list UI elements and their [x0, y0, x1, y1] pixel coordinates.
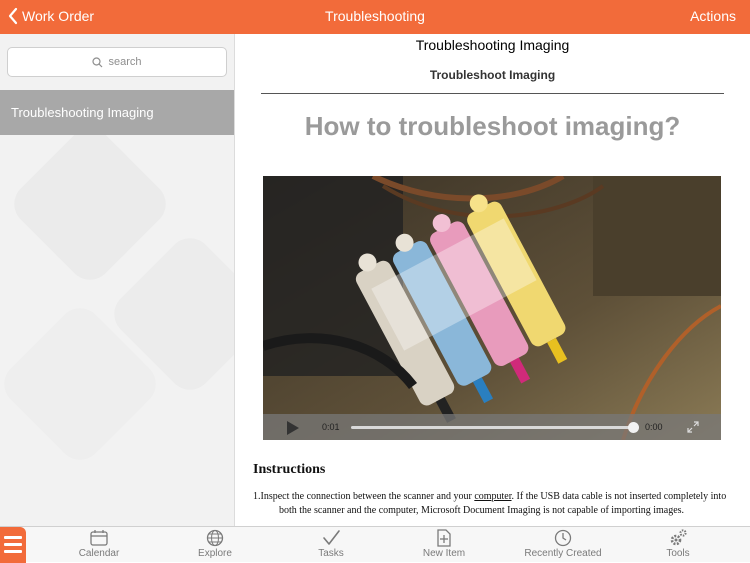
tab-explore[interactable]: Explore	[170, 529, 260, 559]
tab-label: Explore	[198, 548, 232, 559]
top-navigation-bar: Work Order Troubleshooting Actions	[0, 0, 750, 34]
sidebar: search Troubleshooting Imaging	[0, 34, 235, 526]
gears-icon	[670, 529, 687, 546]
tab-label: Tasks	[318, 548, 344, 559]
search-input[interactable]: search	[7, 47, 227, 77]
video-scrubber-knob[interactable]	[628, 422, 639, 433]
tab-new-item[interactable]: New Item	[399, 529, 489, 559]
article-heading: How to troubleshoot imaging?	[304, 111, 681, 141]
page-title: Troubleshooting	[325, 8, 425, 24]
clock-icon	[554, 529, 572, 547]
computer-link[interactable]: computer	[474, 491, 511, 502]
sidebar-item-troubleshooting-imaging[interactable]: Troubleshooting Imaging	[0, 90, 234, 135]
tab-label: Tools	[666, 548, 690, 559]
tab-recently-created[interactable]: Recently Created	[518, 529, 608, 559]
new-document-icon	[437, 529, 451, 547]
actions-button[interactable]: Actions	[690, 8, 736, 24]
tab-calendar[interactable]: Calendar	[54, 529, 144, 559]
document-title: Troubleshooting Imaging	[415, 37, 570, 53]
hamburger-line	[4, 536, 22, 539]
video-scrubber[interactable]	[351, 426, 633, 429]
instruction-continuation: both the scanner and the computer, Micro…	[279, 505, 685, 516]
fullscreen-icon[interactable]	[687, 421, 699, 433]
divider	[261, 93, 724, 94]
instructions-heading: Instructions	[253, 462, 326, 477]
search-placeholder: search	[108, 56, 142, 68]
tab-tools[interactable]: Tools	[633, 529, 723, 559]
menu-button[interactable]	[0, 527, 26, 563]
video-end-time: 0:00	[645, 422, 663, 432]
play-icon[interactable]	[287, 421, 299, 435]
bottom-tab-bar: Calendar Explore Tasks New Item Recently…	[0, 526, 750, 563]
background-pattern	[4, 128, 234, 460]
search-icon	[92, 56, 103, 67]
hamburger-line	[4, 550, 22, 553]
globe-icon	[206, 529, 224, 547]
tab-tasks[interactable]: Tasks	[286, 529, 376, 559]
calendar-icon	[90, 530, 108, 546]
hamburger-line	[4, 543, 22, 546]
tab-label: New Item	[422, 548, 466, 559]
video-frame	[263, 176, 721, 440]
document-viewer: Troubleshooting Imaging Troubleshoot Ima…	[235, 34, 750, 526]
instruction-item: 1.Inspect the connection between the sca…	[253, 490, 741, 518]
checkmark-icon	[323, 530, 340, 545]
instruction-text-after: . If the USB data cable is not inserted …	[511, 491, 727, 502]
tab-label: Recently Created	[524, 548, 602, 559]
instruction-number: 1.	[253, 491, 261, 502]
video-controls: 0:01 0:00	[263, 414, 721, 440]
document-subtitle: Troubleshoot Imaging	[429, 68, 556, 82]
instruction-text: Inspect the connection between the scann…	[260, 491, 475, 502]
tab-label: Calendar	[78, 548, 120, 559]
video-current-time: 0:01	[322, 422, 340, 432]
video-player[interactable]: 0:01 0:00	[263, 176, 721, 440]
